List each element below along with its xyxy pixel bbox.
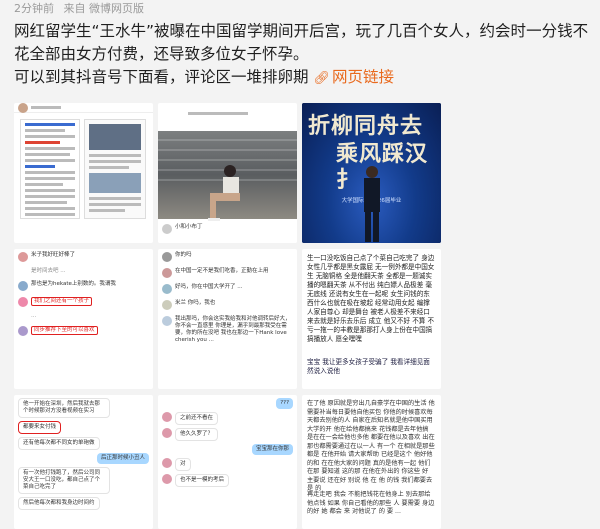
photo <box>158 131 297 223</box>
web-link[interactable]: 🔗︎ 网页链接 <box>313 68 394 86</box>
avatar <box>162 224 172 234</box>
avatar <box>162 252 172 262</box>
photo-post-footer: 小和小布丁 <box>158 221 297 243</box>
avatar <box>18 281 28 291</box>
doc-page <box>20 119 80 219</box>
post-meta: 2分钟前 来自 微博网页版 <box>14 0 150 16</box>
long-text: 生一口没吃饭自己点了个菜自己吃完了 身边女性几乎都是黑女露屁 无一例外都是中国女… <box>307 254 435 343</box>
post-time: 2分钟前 <box>14 2 54 15</box>
avatar <box>162 316 172 326</box>
avatar <box>162 458 172 468</box>
avatar <box>162 412 172 422</box>
image-thumb-2[interactable]: 小和小布丁 <box>158 103 297 243</box>
avatar <box>18 326 28 336</box>
image-thumb-7[interactable]: 他一开始在深圳，然后我就去那个时候那对方没看视频在实习 都要来女付钱 还有他每次… <box>14 395 153 529</box>
image-thumb-4[interactable]: 米子我好旺好棒了 是时间去吧 ... 那也是为hekate上别数的。我谓我 我们… <box>14 249 153 389</box>
long-text-2: 宝宝 我让更多女孩子受骗了 我看详细见面然说入说他 <box>307 358 430 375</box>
image-thumb-1[interactable] <box>14 103 153 243</box>
long-text: 在了他 原因就是穷出几自豪学在中国的生活 他需要补当每日要他自他买包 你他的时候… <box>307 400 435 491</box>
image-thumb-9[interactable]: 在了他 原因就是穷出几自豪学在中国的生活 他需要补当每日要他自他买包 你他的时候… <box>302 395 441 529</box>
calligraphy-line-2: 乘风踩汉扌 <box>336 141 429 193</box>
avatar <box>162 284 172 294</box>
person-figure <box>208 165 240 223</box>
avatar <box>162 268 172 278</box>
long-text-2: 再走走吧 我会 不能把钱花在他身上 别去那给他点钱 如果 你自己看他的那些 人 … <box>307 491 435 515</box>
post-body: 网红留学生“王水牛”被曝在中国留学期间开后宫，玩了几百个女人，约会时一分钱不花全… <box>14 22 589 63</box>
avatar <box>18 252 28 262</box>
post-body-2: 可以到其抖音号下面看，评论区一堆排卵期 🔗︎ 网页链接 <box>14 68 394 86</box>
avatar <box>162 300 172 310</box>
post-source[interactable]: 来自 微博网页版 <box>64 2 145 15</box>
link-icon: 🔗︎ <box>313 71 330 86</box>
doc-header <box>14 103 153 113</box>
avatar <box>162 428 172 438</box>
avatar <box>18 297 28 307</box>
speaker-figure <box>364 166 380 242</box>
post-text: 网红留学生“王水牛”被曝在中国留学期间开后宫，玩了几百个女人，约会时一分钱不花全… <box>14 20 592 90</box>
image-thumb-6[interactable]: 生一口没吃饭自己点了个菜自己吃完了 身边女性几乎都是黑女露屁 无一例外都是中国女… <box>302 249 441 389</box>
image-thumb-3[interactable]: 折柳同舟去 乘风踩汉扌 大学国际文 2026届毕业 <box>302 103 441 243</box>
doc-page-2 <box>84 119 146 219</box>
image-thumb-8[interactable]: ??? 之前还不看在 他久久罗了？ 宝宝那在你那 对 也不是一模的考后 <box>158 395 297 529</box>
avatar <box>162 474 172 484</box>
calligraphy-line-1: 折柳同舟去 <box>308 113 424 139</box>
image-thumb-5[interactable]: 你的吗 在中国一定不是我们吃香，正勤在上用 好吗，你在中国大学开了 ... 米兰… <box>158 249 297 389</box>
avatar <box>18 103 28 113</box>
